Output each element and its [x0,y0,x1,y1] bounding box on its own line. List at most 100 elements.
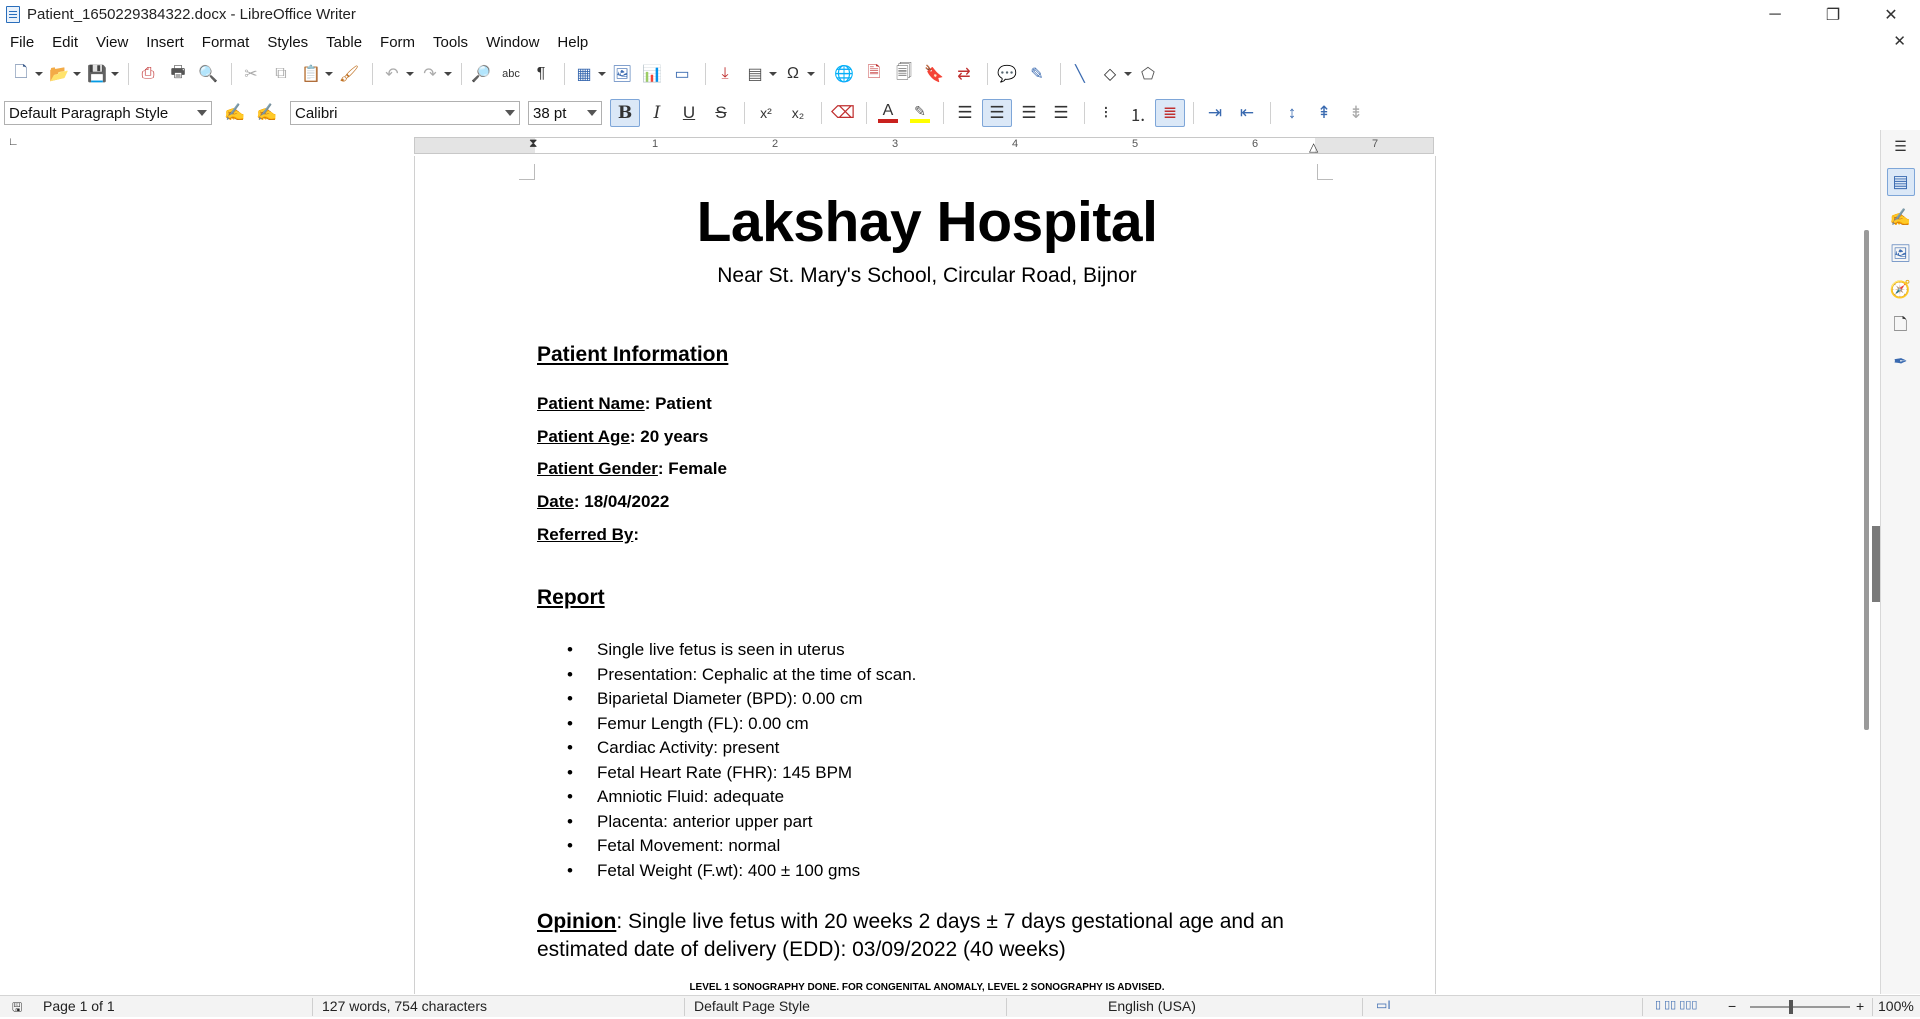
sidebar-menu-icon[interactable]: ☰ [1887,132,1915,160]
increase-paragraph-spacing-icon[interactable]: ⇞ [1309,99,1339,127]
menu-tools[interactable]: Tools [433,34,468,51]
list-item[interactable]: Fetal Movement: normal [567,834,916,859]
menu-form[interactable]: Form [380,34,415,51]
list-item[interactable]: Biparietal Diameter (BPD): 0.00 cm [567,687,916,712]
print-preview-icon[interactable]: 🔍 [195,61,221,87]
hyperlink-icon[interactable]: 🌐 [831,61,857,87]
paragraph-style-combo[interactable]: Default Paragraph Style [4,101,212,125]
subscript-button[interactable]: x₂ [783,99,813,127]
bold-button[interactable]: B [610,99,640,127]
print-icon[interactable]: 🖶 [165,61,191,87]
bullet-list-icon[interactable]: ⁝ [1091,99,1121,127]
insert-field-icon[interactable]: ▤ [742,61,777,87]
page-count[interactable]: Page 1 of 1 [43,998,115,1014]
cross-reference-icon[interactable]: ⇄ [951,61,977,87]
line-spacing-icon[interactable]: ↕ [1277,99,1307,127]
scrollbar-thumb[interactable] [1864,230,1869,730]
list-item[interactable]: Cardiac Activity: present [567,736,916,761]
paste-icon[interactable]: 📋 [298,61,333,87]
track-changes-icon[interactable]: ✎ [1024,61,1050,87]
selection-mode-icon[interactable]: ▭I [1376,998,1391,1012]
footnote-text[interactable]: LEVEL 1 SONOGRAPHY DONE. FOR CONGENITAL … [537,982,1317,993]
undo-icon[interactable]: ↶ [379,61,414,87]
menu-edit[interactable]: Edit [52,34,78,51]
minimize-button[interactable]: ─ [1746,0,1804,29]
menu-format[interactable]: Format [202,34,250,51]
close-window-button[interactable]: ✕ [1862,0,1920,29]
document-area[interactable]: Lakshay Hospital Near St. Mary's School,… [0,156,1858,994]
left-indent-marker[interactable]: ⧗ [529,136,537,151]
menu-styles[interactable]: Styles [267,34,308,51]
field-patient-name[interactable]: Patient Name: Patient [537,394,712,414]
page-style[interactable]: Default Page Style [694,998,810,1014]
clear-formatting-icon[interactable]: ⌫ [828,99,858,127]
vertical-scrollbar[interactable] [1862,134,1872,994]
redo-icon[interactable]: ↷ [417,61,452,87]
footnote-icon[interactable]: 🗎 [861,61,887,87]
decrease-paragraph-spacing-icon[interactable]: ⇟ [1341,99,1371,127]
list-item[interactable]: Fetal Weight (F.wt): 400 ± 100 gms [567,859,916,884]
insert-textbox-icon[interactable]: ▭ [669,61,695,87]
export-pdf-icon[interactable]: ⎙ [135,61,161,87]
strikethrough-button[interactable]: S [706,99,736,127]
view-layout-icon[interactable]: ▯ ▯▯ ▯▯▯ [1655,998,1697,1011]
highlight-color-icon[interactable]: ✎ [905,99,935,127]
special-character-icon[interactable]: Ω [780,61,815,87]
style-inspector-icon[interactable]: ✒ [1887,348,1915,376]
list-item[interactable]: Placenta: anterior upper part [567,810,916,835]
properties-icon[interactable]: ▤ [1886,168,1915,196]
justify-icon[interactable]: ☰ [1046,99,1076,127]
menu-window[interactable]: Window [486,34,539,51]
underline-button[interactable]: U [674,99,704,127]
align-left-icon[interactable]: ☰ [950,99,980,127]
gallery-icon[interactable]: 🖼 [1887,240,1915,268]
field-patient-gender[interactable]: Patient Gender: Female [537,459,727,479]
styles-icon[interactable]: ✍ [1887,204,1915,232]
tab-stop-icon[interactable]: ∟ [8,136,19,148]
menu-insert[interactable]: Insert [146,34,184,51]
insert-table-icon[interactable]: ▦ [571,61,606,87]
restore-button[interactable]: ❐ [1804,0,1862,29]
word-count[interactable]: 127 words, 754 characters [322,998,487,1014]
hospital-address[interactable]: Near St. Mary's School, Circular Road, B… [537,264,1317,288]
menu-file[interactable]: File [10,34,34,51]
page-break-icon[interactable]: ⤓ [712,61,738,87]
zoom-level[interactable]: 100% [1878,998,1914,1014]
save-icon[interactable]: 💾 [84,61,119,87]
bookmark-icon[interactable]: 🔖 [921,61,947,87]
insert-chart-icon[interactable]: 📊 [639,61,665,87]
numbered-list-icon[interactable]: ⒈ [1123,99,1153,127]
list-item[interactable]: Presentation: Cephalic at the time of sc… [567,663,916,688]
patient-info-heading[interactable]: Patient Information [537,343,728,367]
copy-icon[interactable]: ⧉ [268,61,294,87]
font-color-icon[interactable]: A [873,99,903,127]
zoom-slider-handle[interactable] [1789,1000,1793,1014]
align-right-icon[interactable]: ☰ [1014,99,1044,127]
hospital-name[interactable]: Lakshay Hospital [537,194,1317,251]
menu-table[interactable]: Table [326,34,362,51]
font-name-combo[interactable]: Calibri [290,101,520,125]
document-page[interactable]: Lakshay Hospital Near St. Mary's School,… [414,156,1436,994]
find-replace-icon[interactable]: 🔎 [468,61,494,87]
save-status-icon[interactable]: 🖫 [12,998,22,1019]
opinion-paragraph[interactable]: Opinion: Single live fetus with 20 weeks… [537,908,1297,964]
navigator-icon[interactable]: 🧭 [1887,276,1915,304]
superscript-button[interactable]: x² [751,99,781,127]
field-referred-by[interactable]: Referred By: [537,525,639,545]
endnote-icon[interactable]: 🗐 [891,61,917,87]
menu-view[interactable]: View [96,34,128,51]
sidebar-collapse-handle[interactable] [1872,526,1880,602]
close-document-button[interactable]: ✕ [1893,32,1906,50]
new-document-icon[interactable]: 🗋 [8,61,43,87]
insert-line-icon[interactable]: ╲ [1067,61,1093,87]
font-size-combo[interactable]: 38 pt [528,101,602,125]
spelling-icon[interactable]: abc [498,61,524,87]
clone-formatting-icon[interactable]: 🖌 [336,61,362,87]
page-icon[interactable]: 🗋 [1887,312,1915,340]
formatting-marks-icon[interactable]: ¶ [528,61,554,87]
list-item[interactable]: Amniotic Fluid: adequate [567,785,916,810]
insert-image-icon[interactable]: 🖼 [609,61,635,87]
list-item[interactable]: Single live fetus is seen in uterus [567,638,916,663]
decrease-indent-icon[interactable]: ⇤ [1232,99,1262,127]
list-item[interactable]: Femur Length (FL): 0.00 cm [567,712,916,737]
